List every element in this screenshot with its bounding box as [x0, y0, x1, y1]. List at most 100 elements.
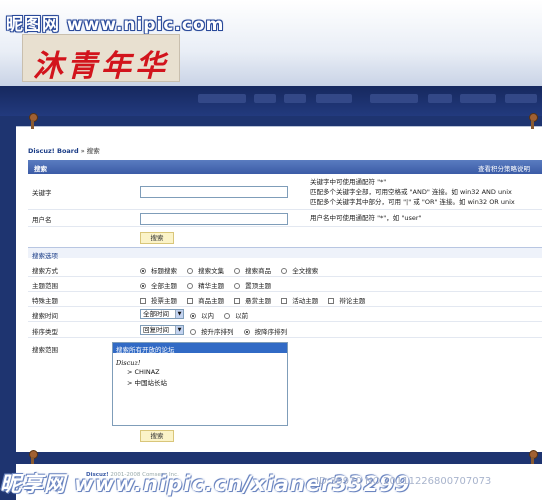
topic-scope-option[interactable]: 置顶主题 — [234, 280, 271, 290]
logo-text: 沐青年华 — [33, 49, 169, 84]
sort-type-option[interactable]: 按升序排列 — [190, 326, 234, 336]
option-label: 商品主题 — [198, 297, 225, 305]
option-label: 投票主题 — [151, 297, 177, 305]
checkbox-icon[interactable] — [328, 298, 335, 304]
search-range-label: 搜索范围 — [32, 346, 58, 354]
sort-type-row: 排序类型 回复时间 ▼ 按升序排列 按降序排列 — [28, 322, 542, 338]
search-time-options: 以内 以前 — [190, 310, 256, 320]
search-mode-option[interactable]: 全文搜索 — [281, 265, 318, 275]
topic-scope-option[interactable]: 精华主题 — [187, 280, 224, 290]
username-row: 用户名 用户名中可使用通配符 "*"，如 "user" — [28, 210, 542, 227]
breadcrumb-separator: » — [80, 147, 85, 155]
nav-item[interactable] — [198, 94, 246, 103]
forum-range-listbox[interactable]: 搜索所有开放的论坛 Discuz! > CHINAZ > 中国站长站 — [112, 342, 288, 426]
radio-icon[interactable] — [234, 268, 241, 274]
option-label: 全部主题 — [151, 282, 177, 290]
radio-icon[interactable] — [190, 313, 196, 319]
option-label: 活动主题 — [292, 297, 319, 305]
search-time-option[interactable]: 以前 — [224, 310, 248, 320]
search-options-header: 搜索选项 — [28, 247, 542, 260]
listbox-item[interactable]: > CHINAZ — [113, 367, 287, 376]
topic-scope-options: 全部主题 精华主题 置顶主题 — [140, 280, 279, 290]
special-topic-option[interactable]: 悬赏主题 — [234, 295, 271, 305]
option-label: 标题搜索 — [151, 267, 177, 275]
search-time-select-value: 全部时间 — [143, 310, 169, 318]
search-header: 搜索 查看积分策略说明 — [28, 160, 542, 174]
option-label: 按升序排列 — [201, 328, 234, 336]
sort-type-option[interactable]: 按降序排列 — [243, 326, 288, 336]
username-hint: 用户名中可使用通配符 "*"，如 "user" — [310, 214, 422, 222]
search-mode-options: 标题搜索 搜索文集 搜索商品 全文搜索 — [140, 265, 326, 275]
radio-icon[interactable] — [140, 268, 146, 274]
breadcrumb-board-link[interactable]: Discuz! Board — [28, 147, 79, 155]
keyword-input[interactable] — [140, 186, 288, 198]
username-input[interactable] — [140, 213, 288, 225]
option-label: 以前 — [235, 312, 249, 320]
keyword-row: 关键字 关键字中可使用通配符 "*" 匹配多个关键字全部，可用空格或 "AND"… — [28, 176, 542, 210]
nav-item[interactable] — [284, 94, 306, 103]
option-label: 按降序排列 — [254, 328, 288, 336]
option-label: 悬赏主题 — [245, 297, 272, 305]
special-topic-option[interactable]: 活动主题 — [281, 295, 318, 305]
listbox-group: Discuz! — [116, 359, 141, 367]
special-topics-label: 特殊主题 — [32, 297, 58, 305]
sort-type-options: 按升序排列 按降序排列 — [190, 326, 295, 336]
search-header-title: 搜索 — [34, 165, 47, 173]
radio-icon[interactable] — [140, 283, 146, 289]
special-topics-options: 投票主题 商品主题 悬赏主题 活动主题 辩论主题 — [140, 295, 373, 305]
radio-icon[interactable] — [281, 268, 288, 274]
search-time-row: 搜索时间 全部时间 ▼ 以内 以前 — [28, 307, 542, 322]
option-label: 辩论主题 — [339, 297, 366, 305]
search-time-select[interactable]: 全部时间 ▼ — [140, 309, 184, 319]
sort-type-select[interactable]: 回复时间 ▼ — [140, 325, 184, 335]
pin-icon — [28, 113, 38, 130]
search-button[interactable]: 搜索 — [140, 232, 174, 244]
option-label: 以内 — [201, 312, 214, 320]
radio-icon[interactable] — [187, 268, 194, 274]
credit-policy-link[interactable]: 查看积分策略说明 — [478, 163, 530, 173]
nav-item[interactable] — [254, 94, 276, 103]
special-topic-option[interactable]: 商品主题 — [187, 295, 224, 305]
keyword-hint-line: 匹配多个关键字全部，可用空格或 "AND" 连接。如 win32 AND uni… — [310, 188, 512, 196]
nav-item[interactable] — [428, 94, 452, 103]
option-label: 搜索商品 — [245, 267, 272, 275]
nav-item[interactable] — [505, 94, 537, 103]
chevron-down-icon[interactable]: ▼ — [175, 310, 183, 318]
site-logo[interactable]: 沐青年华 — [22, 34, 180, 84]
search-time-label: 搜索时间 — [32, 312, 58, 320]
nav-item[interactable] — [316, 94, 352, 103]
keyword-hint-line: 匹配多个关键字其中部分，可用 "|" 或 "OR" 连接。如 win32 OR … — [310, 198, 515, 206]
topic-scope-option[interactable]: 全部主题 — [140, 280, 177, 290]
search-time-option[interactable]: 以内 — [190, 310, 214, 320]
radio-icon[interactable] — [187, 283, 194, 289]
checkbox-icon[interactable] — [234, 298, 241, 304]
search-mode-option[interactable]: 搜索商品 — [234, 265, 271, 275]
listbox-item[interactable]: > 中国站长站 — [113, 376, 287, 387]
search-mode-label: 搜索方式 — [32, 267, 58, 275]
watermark-top: 昵图网 www.nipic.com — [6, 15, 225, 35]
special-topic-option[interactable]: 辩论主题 — [328, 295, 365, 305]
sort-type-label: 排序类型 — [32, 328, 58, 336]
radio-icon[interactable] — [243, 329, 250, 335]
search-options-title: 搜索选项 — [32, 252, 58, 260]
search-button-bottom[interactable]: 搜索 — [140, 430, 174, 442]
nav-item[interactable] — [370, 94, 418, 103]
radio-icon[interactable] — [224, 313, 231, 319]
special-topic-option[interactable]: 投票主题 — [140, 295, 177, 305]
radio-icon[interactable] — [234, 283, 241, 289]
search-mode-option[interactable]: 标题搜索 — [140, 265, 177, 275]
search-mode-option[interactable]: 搜索文集 — [187, 265, 224, 275]
pin-icon — [528, 113, 538, 130]
topic-scope-row: 主题范围 全部主题 精华主题 置顶主题 — [28, 277, 542, 292]
sort-type-select-value: 回复时间 — [143, 326, 169, 334]
nav-item[interactable] — [460, 94, 496, 103]
chevron-down-icon[interactable]: ▼ — [175, 326, 183, 334]
listbox-selected-item[interactable]: 搜索所有开放的论坛 — [113, 343, 287, 354]
keyword-label: 关键字 — [32, 189, 52, 197]
checkbox-icon[interactable] — [281, 298, 288, 304]
checkbox-icon[interactable] — [140, 298, 146, 304]
breadcrumb-current: 搜索 — [86, 147, 100, 155]
checkbox-icon[interactable] — [187, 298, 194, 304]
option-label: 搜索文集 — [198, 267, 225, 275]
radio-icon[interactable] — [190, 329, 196, 335]
